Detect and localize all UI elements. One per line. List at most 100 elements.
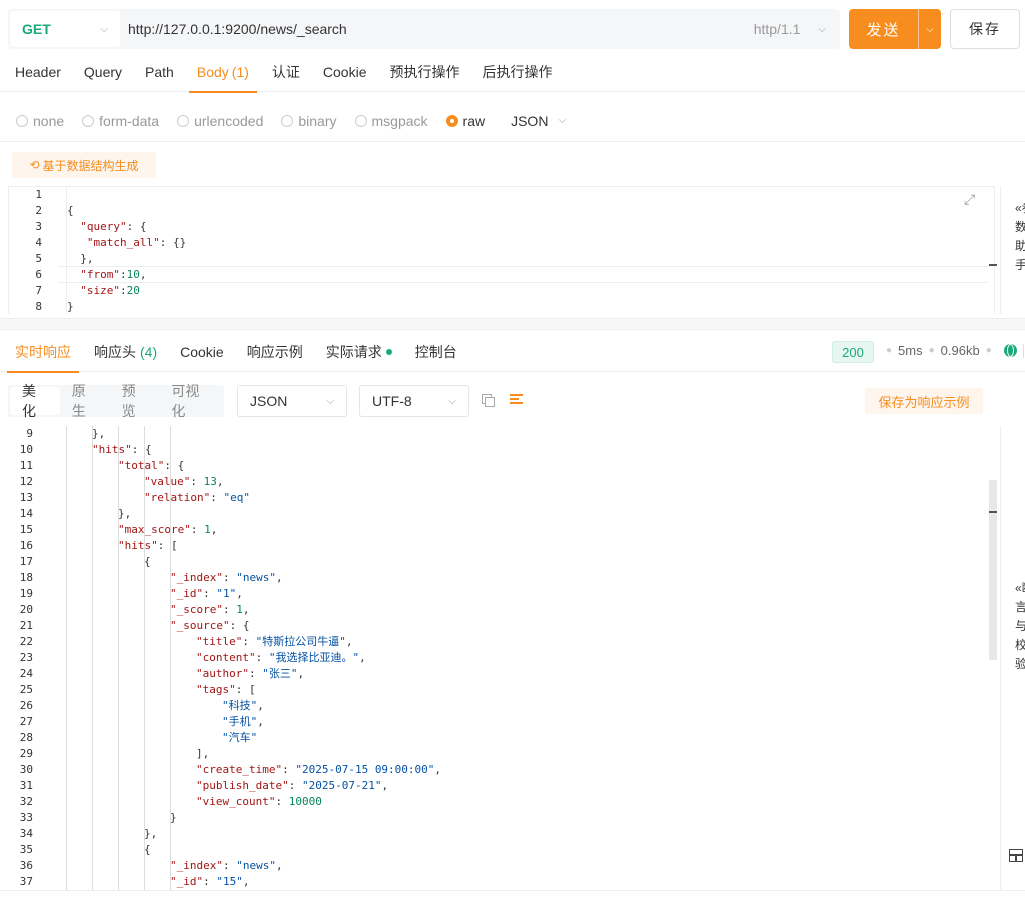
current-line-highlight bbox=[58, 266, 988, 283]
tab-label: 实时响应 bbox=[15, 344, 71, 360]
code-line: 34}, bbox=[0, 826, 997, 842]
response-tab[interactable]: 控制台 bbox=[407, 332, 465, 372]
code-line: 12 "value": 13, bbox=[0, 474, 997, 490]
tab-cookie[interactable]: Cookie bbox=[315, 52, 375, 92]
view-mode-button[interactable]: 美化 bbox=[10, 383, 60, 419]
body-type-selector: none form-data urlencoded binary msgpack raw J… bbox=[0, 100, 1025, 142]
view-mode-button[interactable]: 预览 bbox=[110, 383, 160, 419]
parameter-helper-panel[interactable]: «参数助手 bbox=[1000, 186, 1025, 314]
body-type-binary[interactable]: binary bbox=[281, 113, 337, 129]
code-line: 18 "_index": "news", bbox=[0, 570, 997, 586]
request-body-editor[interactable]: 1 2{3 "query": {4 "match_all": {} 5 }, 6 "f… bbox=[8, 186, 995, 314]
line-number: 17 bbox=[19, 555, 33, 568]
response-tab[interactable]: 响应示例 bbox=[239, 332, 311, 372]
body-type-form-data[interactable]: form-data bbox=[82, 113, 159, 129]
line-number: 20 bbox=[19, 603, 33, 616]
code-line: 5 }, bbox=[9, 251, 994, 267]
tab-label: 实际请求 bbox=[325, 344, 382, 360]
line-number: 19 bbox=[19, 587, 33, 600]
radio-button[interactable] bbox=[177, 114, 190, 127]
code-text: "view_count": 10000 bbox=[196, 795, 322, 808]
code-line: 10 "hits": { bbox=[0, 442, 997, 458]
code-line: 31 "publish_date": "2025-07-21", bbox=[0, 778, 997, 794]
body-type-label: raw bbox=[462, 112, 486, 129]
separator-dot: ● bbox=[886, 345, 893, 356]
line-number: 32 bbox=[19, 795, 33, 808]
code-text: "content": "我选择比亚迪。", bbox=[196, 651, 366, 664]
code-text: "match_all": {} bbox=[86, 236, 187, 249]
layout-icon[interactable] bbox=[1009, 849, 1023, 862]
encoding-select[interactable]: UTF-8 ⌵ bbox=[359, 385, 469, 417]
line-number: 18 bbox=[19, 571, 33, 584]
line-number: 14 bbox=[19, 507, 33, 520]
tab-header[interactable]: Header bbox=[7, 52, 69, 92]
radio-button[interactable] bbox=[281, 114, 294, 127]
tab-path[interactable]: Path bbox=[137, 52, 182, 92]
raw-format-select[interactable]: JSON ⌵ bbox=[511, 113, 566, 129]
send-options-button[interactable]: ⌵ bbox=[918, 9, 941, 49]
response-body-viewer[interactable]: 9}, 10 "hits": {11 "total": {12 "value": 13,… bbox=[0, 426, 997, 890]
panel-label: «参数助手 bbox=[1015, 201, 1025, 272]
format-icon[interactable] bbox=[510, 394, 523, 406]
method-label: GET bbox=[22, 21, 51, 37]
line-number: 25 bbox=[19, 683, 33, 696]
radio-button[interactable] bbox=[354, 114, 367, 127]
body-type-msgpack[interactable]: msgpack bbox=[354, 113, 428, 129]
response-tab[interactable]: 实时响应 bbox=[7, 332, 79, 373]
refresh-icon: ⟲ bbox=[29, 158, 40, 172]
chevron-down-icon: ⌵ bbox=[100, 23, 108, 35]
tab-label: 响应示例 bbox=[246, 344, 303, 360]
response-format-select[interactable]: JSON ⌵ bbox=[237, 385, 347, 417]
tab-label: 后执行操作 bbox=[482, 64, 553, 80]
response-scrollbar[interactable] bbox=[989, 480, 997, 660]
separator-dot: ● bbox=[985, 345, 992, 356]
assertion-panel[interactable]: «断言与校验 bbox=[1000, 426, 1025, 890]
body-type-none[interactable]: none bbox=[16, 113, 64, 129]
save-as-example-button[interactable]: 保存为响应示例 bbox=[865, 388, 983, 414]
tab-label: 认证 bbox=[271, 64, 300, 80]
view-mode-button[interactable]: 可视化 bbox=[159, 383, 222, 419]
body-type-raw[interactable]: raw bbox=[445, 112, 486, 129]
tab-query[interactable]: Query bbox=[76, 52, 130, 92]
line-number: 29 bbox=[19, 747, 33, 760]
tab-后执行操作[interactable]: 后执行操作 bbox=[475, 52, 561, 92]
scroll-marker bbox=[989, 264, 997, 266]
status-code-badge: 200 bbox=[832, 341, 874, 363]
response-tab[interactable]: 实际请求 bbox=[318, 332, 400, 372]
tab-预执行操作[interactable]: 预执行操作 bbox=[382, 52, 468, 92]
response-tab[interactable]: Cookie bbox=[172, 332, 232, 372]
code-text: "author": "张三", bbox=[196, 667, 305, 680]
radio-button[interactable] bbox=[16, 114, 28, 127]
expand-icon[interactable]: ⤢ bbox=[964, 191, 975, 208]
response-tab[interactable]: 响应头 (4) bbox=[86, 332, 165, 372]
response-size: 0.96kb bbox=[940, 343, 980, 358]
url-input[interactable]: http://127.0.0.1:9200/news/_search bbox=[128, 21, 754, 37]
radio-button[interactable] bbox=[82, 114, 95, 127]
panel-splitter[interactable] bbox=[0, 318, 1025, 330]
line-number: 30 bbox=[19, 763, 33, 776]
globe-icon[interactable] bbox=[1003, 344, 1017, 357]
line-number: 28 bbox=[19, 731, 33, 744]
view-mode-button[interactable]: 原生 bbox=[60, 383, 110, 419]
response-time: 5ms bbox=[898, 343, 923, 358]
code-line: 35 { bbox=[0, 842, 997, 858]
code-text: "title": "特斯拉公司牛逼", bbox=[196, 635, 353, 648]
save-button[interactable]: 保存 bbox=[950, 9, 1020, 49]
chevron-down-icon: ⌵ bbox=[818, 23, 826, 35]
generate-from-schema-button[interactable]: ⟲ 基于数据结构生成 bbox=[12, 152, 156, 178]
body-type-label: form-data bbox=[99, 112, 160, 129]
code-text: "hits": [ bbox=[118, 539, 178, 552]
tab-count: (4) bbox=[140, 344, 158, 360]
tab-body[interactable]: Body (1) bbox=[188, 52, 257, 93]
code-text: "汽车" bbox=[222, 731, 258, 744]
copy-icon[interactable] bbox=[482, 394, 495, 407]
tab-认证[interactable]: 认证 bbox=[264, 52, 308, 92]
method-select[interactable]: GET ⌵ bbox=[10, 11, 120, 47]
tab-label: 预执行操作 bbox=[389, 64, 460, 80]
generate-label: 基于数据结构生成 bbox=[42, 158, 139, 173]
radio-button[interactable] bbox=[445, 114, 458, 127]
protocol-select[interactable]: http/1.1 bbox=[754, 21, 801, 37]
send-button[interactable]: 发送 bbox=[849, 9, 918, 49]
code-line: 25 "tags": [ bbox=[0, 682, 997, 698]
body-type-urlencoded[interactable]: urlencoded bbox=[177, 113, 263, 129]
